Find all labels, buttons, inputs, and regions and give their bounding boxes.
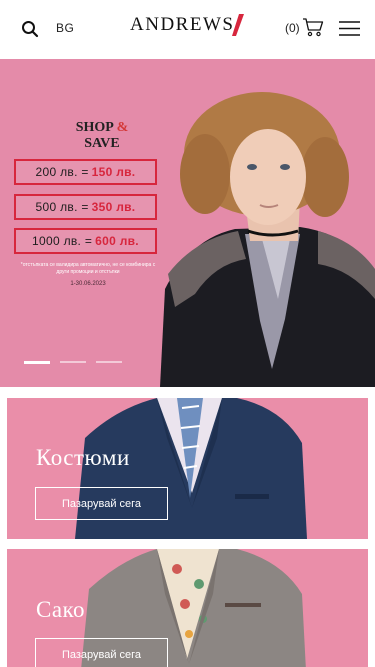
category-title: Сако (36, 597, 86, 622)
promo-title-save: SAVE (84, 136, 120, 151)
logo-slash-icon (232, 14, 244, 36)
promo-offer-new: 150 лв. (91, 165, 136, 179)
carousel-dots (24, 361, 122, 365)
logo[interactable]: ANDREWS (130, 14, 234, 36)
language-switcher[interactable]: BG (56, 21, 74, 35)
cart-count[interactable]: (0) (285, 21, 300, 35)
promo-offer-new: 350 лв. (91, 200, 136, 214)
promo-offer: 1000 лв. = 600 лв. (14, 228, 157, 254)
hero-model-image (0, 59, 375, 387)
carousel-dot-3[interactable] (96, 361, 122, 363)
menu-icon[interactable] (339, 21, 360, 36)
shop-now-button[interactable]: Пазарувай сега (35, 487, 168, 520)
promo-offer-new: 600 лв. (95, 234, 139, 248)
category-card-jackets[interactable]: Сако Пазарувай сега (7, 549, 368, 667)
shop-now-button[interactable]: Пазарувай сега (35, 638, 168, 667)
promo-title-shop: SHOP (75, 120, 114, 135)
promo-offer: 500 лв. = 350 лв. (14, 194, 157, 220)
carousel-dot-2[interactable] (60, 361, 86, 363)
category-card-suits[interactable]: Костюми Пазарувай сега (7, 398, 368, 539)
promo-offer-old: 500 лв. = (35, 200, 89, 214)
promo-offer-old: 1000 лв. = (32, 234, 93, 248)
carousel-dot-1[interactable] (24, 361, 50, 364)
promo-offer-old: 200 лв. = (35, 165, 89, 179)
promo-title: SHOP & SAVE (47, 120, 157, 152)
promo-offer: 200 лв. = 150 лв. (14, 159, 157, 185)
search-icon[interactable] (21, 20, 39, 38)
cart-icon[interactable] (302, 17, 324, 37)
category-title: Костюми (36, 445, 130, 470)
promo-date: 1-30.06.2023 (70, 281, 106, 287)
hero-banner[interactable]: SHOP & SAVE 200 лв. = 150 лв. 500 лв. = … (0, 59, 375, 387)
site-header: BG ANDREWS (0) (0, 0, 375, 58)
promo-title-amp: & (116, 120, 129, 135)
promo-note: *отстъпката се валидира автоматично, не … (20, 262, 156, 275)
